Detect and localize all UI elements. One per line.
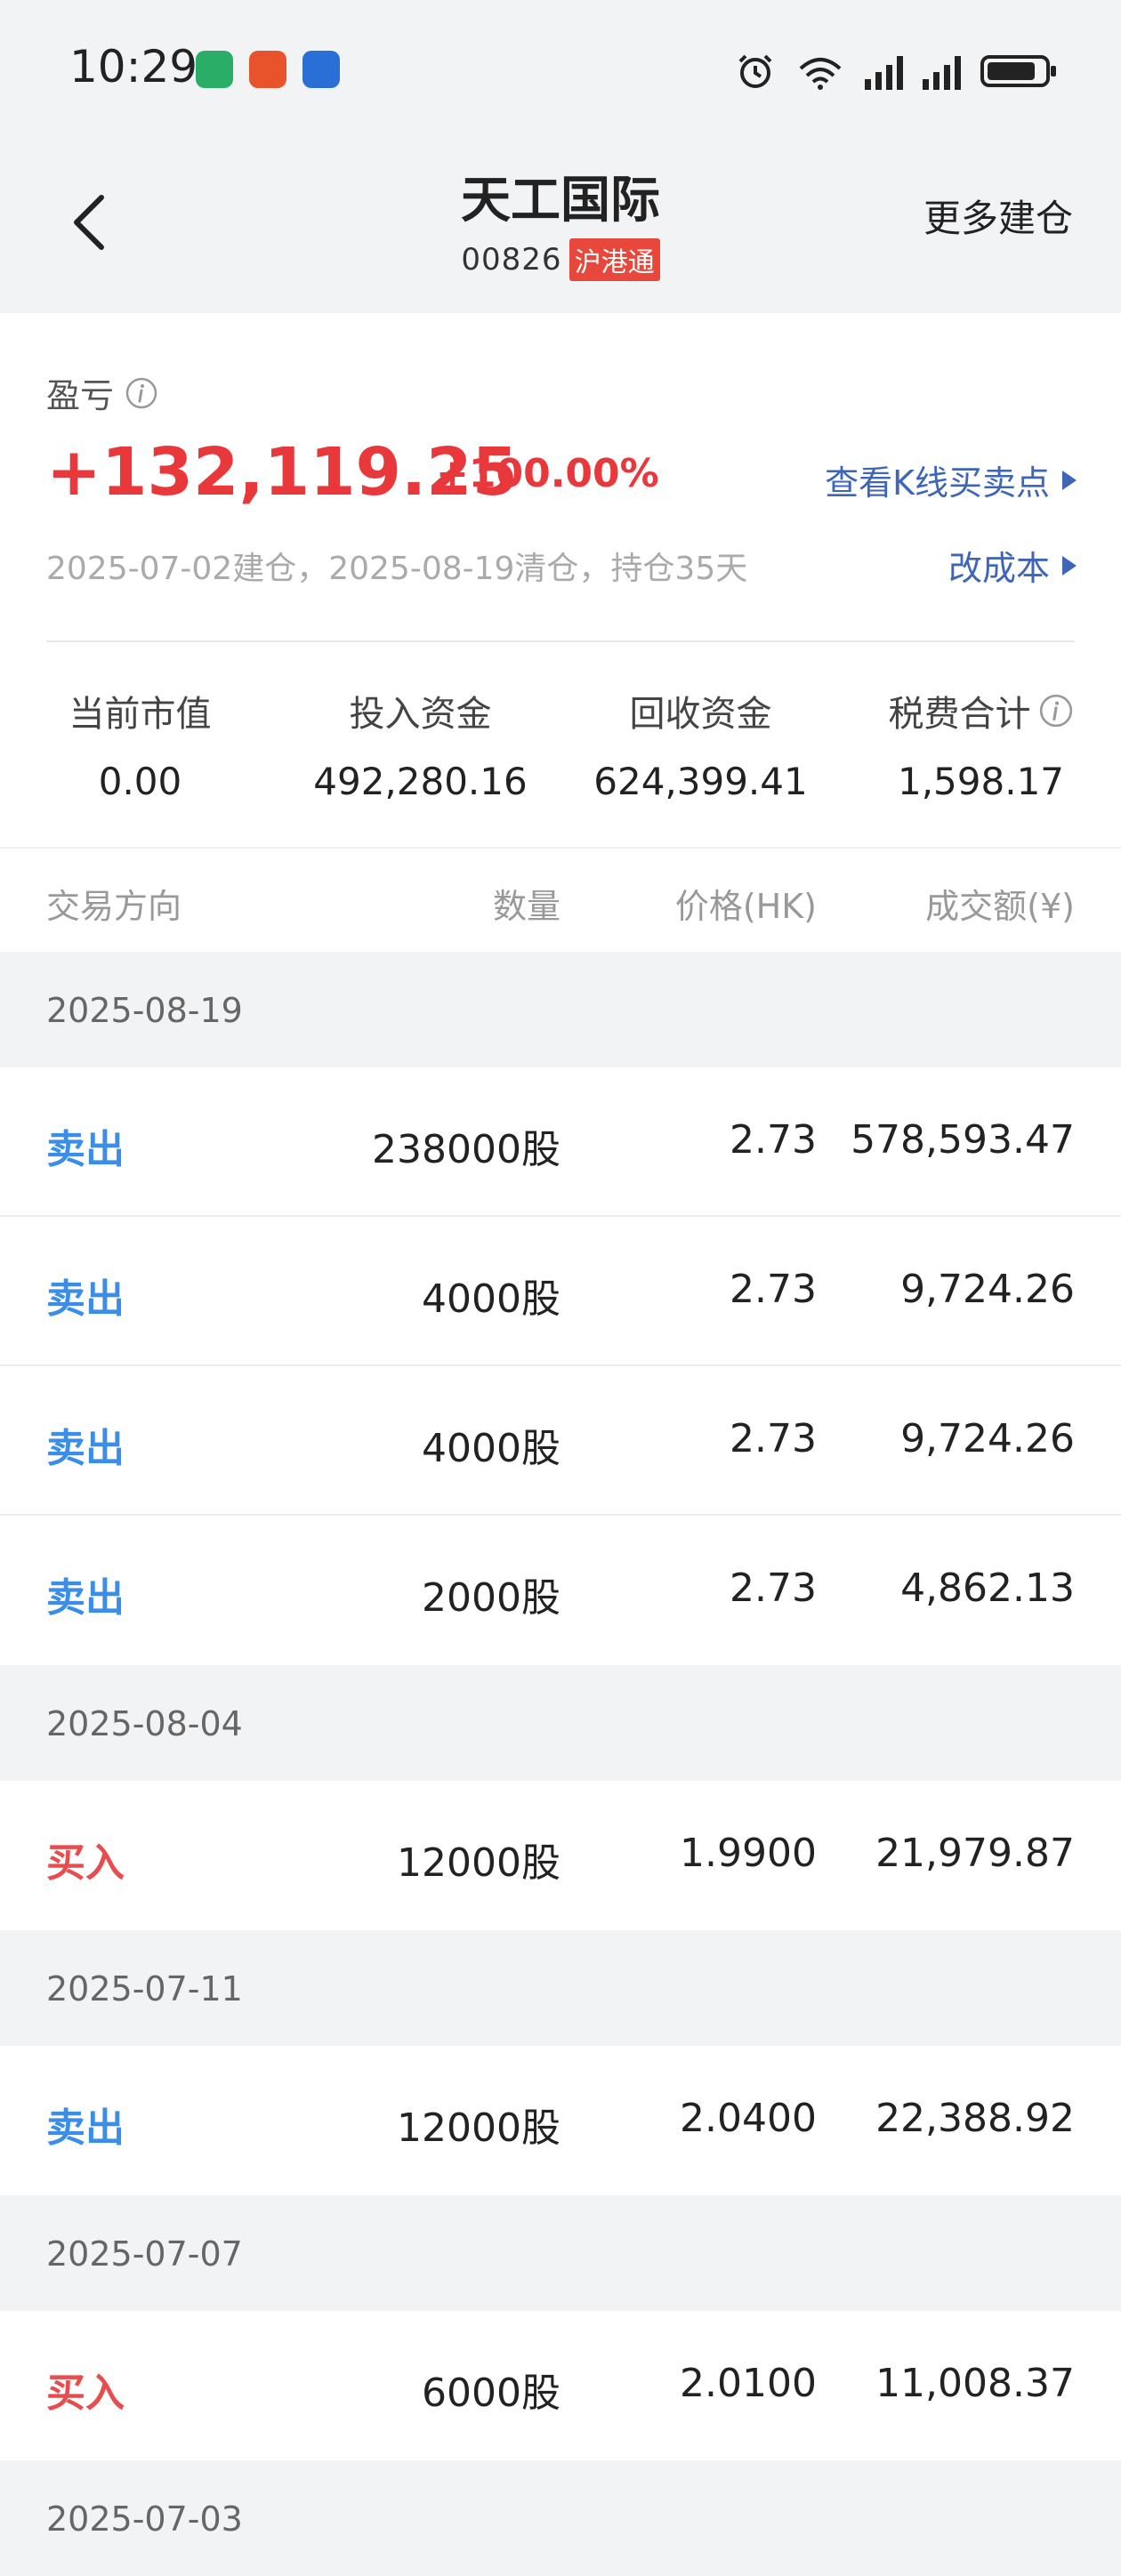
wifi-icon [799,58,842,90]
kline-link-label: 查看K线买卖点 [825,463,1050,503]
stock-subtitle: 00826 沪港通 [0,238,1121,281]
header-price: 价格(HK) [674,887,817,926]
signal-icon [923,52,961,90]
trade-quantity: 6000股 [422,2371,560,2416]
trade-amount: 9,724.26 [900,1267,1075,1312]
huaan-securities-icon [249,51,286,88]
stat-value: 0.00 [98,760,182,803]
trade-list[interactable]: 2025-08-19 卖出 238000股 2.73 578,593.47 卖出… [0,952,1121,2576]
kline-trades-link[interactable]: 查看K线买卖点 [825,455,1077,504]
trade-direction: 卖出 [46,1426,125,1471]
profit-summary-card: 盈亏 +132,119.25 +100.00% 查看K线买卖点 2025-07-… [0,313,1121,847]
date-group-header: 2025-08-04 [0,1665,1121,1781]
trade-direction: 卖出 [46,1575,125,1621]
battery-icon [980,55,1056,87]
caret-right-icon [1062,555,1077,576]
status-time: 10:29 [69,41,198,93]
trade-row[interactable]: 卖出 238000股 2.73 578,593.47 [0,1067,1121,1217]
trade-price: 1.9900 [680,1831,817,1876]
more-positions-link[interactable]: 更多建仓 [923,189,1073,243]
trade-row[interactable]: 卖出 4000股 2.73 9,724.26 [0,1366,1121,1516]
stat-invested: 投入资金 492,280.16 [280,685,560,803]
trade-price: 2.0400 [680,2096,817,2141]
trade-row[interactable]: 卖出 2000股 2.73 4,862.13 [0,1516,1121,1665]
trade-amount: 11,008.37 [875,2361,1075,2406]
trade-direction: 买入 [46,2371,125,2416]
trade-row[interactable]: 买入 6000股 2.0100 11,008.37 [0,2311,1121,2460]
edit-cost-link[interactable]: 改成本 [948,541,1077,590]
stat-recovered: 回收资金 624,399.41 [560,685,841,803]
signal-icon [865,52,903,90]
trade-direction: 卖出 [46,2105,125,2151]
trade-amount: 4,862.13 [900,1566,1075,1611]
date-group-header: 2025-07-11 [0,1930,1121,2046]
stat-label: 回收资金 [629,694,772,735]
alarm-icon [738,54,772,88]
trade-row[interactable]: 卖出 4000股 2.73 9,724.26 [0,1217,1121,1366]
caret-right-icon [1062,470,1077,490]
stat-value: 1,598.17 [897,760,1065,803]
stat-label: 投入资金 [349,694,492,735]
date-group-header: 2025-07-07 [0,2195,1121,2311]
trade-direction: 买入 [46,1840,125,1886]
date-group-header: 2025-07-03 [0,2460,1121,2576]
header-direction: 交易方向 [46,887,182,926]
trade-quantity: 2000股 [422,1575,560,1621]
trade-quantity: 238000股 [372,1127,560,1172]
edit-cost-label: 改成本 [948,549,1050,588]
trade-price: 2.73 [730,1267,817,1312]
trade-quantity: 12000股 [397,1840,560,1886]
wechat-icon [196,51,233,88]
stat-fees: 税费合计 1,598.17 [841,685,1121,803]
stat-label: 当前市值 [69,694,212,735]
trade-amount: 9,724.26 [900,1416,1075,1461]
stat-market-value: 当前市值 0.00 [0,685,280,803]
trade-quantity: 4000股 [422,1426,560,1471]
trade-direction: 卖出 [46,1276,125,1322]
pl-label-row: 盈亏 [46,368,158,417]
status-indicators [735,44,1056,98]
battery-level [988,62,1035,80]
divider [46,640,1075,642]
date-group-header: 2025-08-19 [0,952,1121,1067]
stat-value: 492,280.16 [313,760,528,803]
trade-table-header: 交易方向 数量 价格(HK) 成交额(¥) [0,847,1121,952]
trade-quantity: 12000股 [397,2105,560,2151]
market-badge: 沪港通 [569,238,660,281]
stats-row: 当前市值 0.00 投入资金 492,280.16 回收资金 624,399.4… [0,685,1121,803]
header: 天工国际 00826 沪港通 更多建仓 [0,142,1121,313]
stat-value: 624,399.41 [593,760,808,803]
trade-price: 2.0100 [680,2361,817,2406]
trade-price: 2.73 [730,1416,817,1461]
trade-row[interactable]: 卖出 12000股 2.0400 22,388.92 [0,2046,1121,2195]
trade-price: 2.73 [730,1117,817,1163]
pl-label: 盈亏 [46,376,115,415]
trade-amount: 22,388.92 [875,2096,1075,2141]
info-icon[interactable] [1038,693,1074,729]
pl-percent: +100.00% [436,451,659,496]
header-quantity: 数量 [492,887,560,926]
trade-price: 2.73 [730,1566,817,1611]
stat-label: 税费合计 [841,685,1121,737]
status-bar: 10:29 [0,0,1121,142]
holding-period: 2025-07-02建仓，2025-08-19清仓，持仓35天 [46,551,748,587]
trade-quantity: 4000股 [422,1276,560,1322]
header-amount: 成交额(¥) [925,887,1075,926]
stock-code: 00826 [461,242,562,278]
trade-amount: 21,979.87 [875,1831,1075,1876]
trade-amount: 578,593.47 [851,1117,1075,1163]
car-app-icon [302,51,340,88]
trade-row[interactable]: 买入 12000股 1.9900 21,979.87 [0,1781,1121,1930]
info-icon[interactable] [125,376,158,410]
trade-direction: 卖出 [46,1127,125,1172]
